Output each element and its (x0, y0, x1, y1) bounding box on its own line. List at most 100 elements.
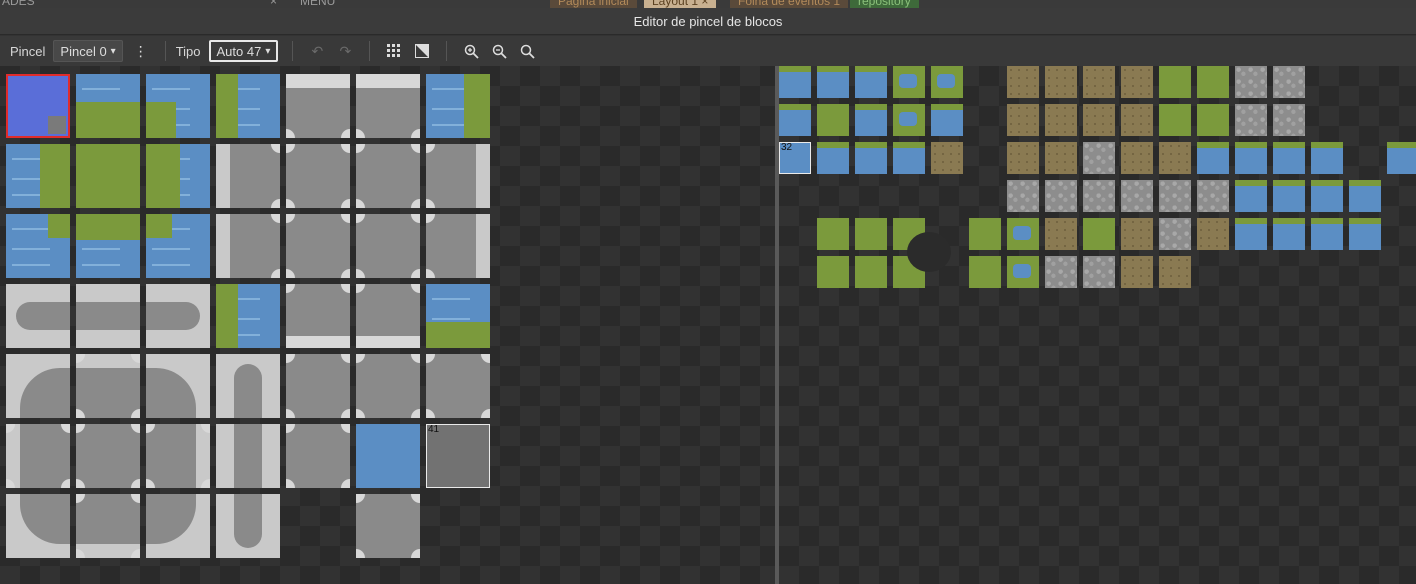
tileset-tile[interactable] (1159, 66, 1191, 98)
tileset-panel[interactable]: 32 (779, 66, 1416, 584)
tileset-tile[interactable] (1273, 180, 1305, 212)
tileset-tile[interactable] (1083, 256, 1115, 288)
brush-tile[interactable] (76, 214, 140, 278)
tileset-tile[interactable] (1311, 218, 1343, 250)
tileset-tile[interactable] (1007, 180, 1039, 212)
brush-tile[interactable] (356, 424, 420, 488)
tileset-tile[interactable] (1121, 218, 1153, 250)
brush-tile[interactable] (356, 494, 420, 558)
brush-tile[interactable] (216, 284, 280, 348)
type-select[interactable]: Auto 47 ▾ (208, 40, 279, 62)
tileset-tile[interactable] (855, 256, 887, 288)
tileset-tile[interactable] (1121, 180, 1153, 212)
brush-tile[interactable] (286, 424, 350, 488)
tileset-tile[interactable] (1197, 104, 1229, 136)
brush-tile-labeled[interactable]: 41 (426, 424, 490, 488)
tileset-tile[interactable] (1235, 142, 1267, 174)
bg-tab-events[interactable]: Folha de eventos 1 (730, 0, 849, 8)
tileset-tile[interactable] (1083, 142, 1115, 174)
tileset-tile[interactable] (893, 142, 925, 174)
tileset-tile[interactable] (1007, 256, 1039, 288)
brush-tile[interactable] (216, 354, 280, 418)
tileset-tile[interactable] (817, 142, 849, 174)
tileset-tile[interactable] (1007, 142, 1039, 174)
tileset-tile[interactable] (931, 142, 963, 174)
brush-tile[interactable] (426, 144, 490, 208)
brush-tile[interactable] (216, 214, 280, 278)
tileset-tile[interactable] (1007, 104, 1039, 136)
brush-tile[interactable] (76, 144, 140, 208)
tileset-tile[interactable] (1349, 218, 1381, 250)
tileset-tile[interactable] (1273, 218, 1305, 250)
brush-tile[interactable] (426, 354, 490, 418)
tileset-tile[interactable] (1235, 66, 1267, 98)
brush-tile[interactable] (76, 424, 140, 488)
bg-tab-home[interactable]: Página inicial (550, 0, 637, 8)
zoom-in-icon[interactable] (459, 39, 483, 63)
tileset-tile[interactable] (1045, 104, 1077, 136)
tileset-tile[interactable] (1121, 142, 1153, 174)
zoom-reset-icon[interactable] (515, 39, 539, 63)
tileset-tile[interactable] (1045, 256, 1077, 288)
brush-tile[interactable] (6, 494, 70, 558)
tileset-tile[interactable] (855, 218, 887, 250)
zoom-out-icon[interactable] (487, 39, 511, 63)
brush-tile[interactable] (146, 144, 210, 208)
brush-select[interactable]: Pincel 0 ▾ (53, 40, 123, 62)
bg-close-icon[interactable]: × (270, 0, 277, 8)
tileset-tile[interactable] (1007, 66, 1039, 98)
tileset-tile[interactable] (855, 66, 887, 98)
brush-tile[interactable] (216, 494, 280, 558)
tileset-tile[interactable] (1197, 66, 1229, 98)
brush-tile[interactable] (76, 284, 140, 348)
tileset-tile[interactable] (1197, 180, 1229, 212)
brush-tile[interactable] (426, 284, 490, 348)
tileset-tile[interactable] (1197, 218, 1229, 250)
grid-icon[interactable] (382, 39, 406, 63)
tileset-tile[interactable] (1083, 104, 1115, 136)
tileset-tile[interactable] (1273, 66, 1305, 98)
tileset-tile[interactable] (1121, 104, 1153, 136)
tile-toggle-icon[interactable] (410, 39, 434, 63)
tileset-tile[interactable] (1235, 218, 1267, 250)
tileset-tile[interactable] (1311, 142, 1343, 174)
bg-menu-button[interactable]: MENU (300, 0, 335, 8)
brush-tile[interactable] (286, 284, 350, 348)
brush-tile[interactable] (76, 354, 140, 418)
tileset-tile[interactable] (1273, 104, 1305, 136)
brush-tile[interactable] (356, 354, 420, 418)
tileset-tile[interactable] (893, 66, 925, 98)
brush-tile[interactable] (216, 424, 280, 488)
brush-tile[interactable] (6, 144, 70, 208)
tileset-tile[interactable] (1273, 142, 1305, 174)
tileset-tile[interactable] (931, 66, 963, 98)
brush-tile[interactable] (356, 214, 420, 278)
brush-tile[interactable] (76, 74, 140, 138)
tileset-tile[interactable] (855, 142, 887, 174)
tileset-tile[interactable] (779, 104, 811, 136)
tileset-tile[interactable] (931, 104, 963, 136)
tileset-tile[interactable] (1007, 218, 1039, 250)
tileset-tile[interactable] (1159, 218, 1191, 250)
tileset-tile-labeled[interactable]: 32 (779, 142, 811, 174)
tileset-tile[interactable] (817, 104, 849, 136)
tileset-tile[interactable] (817, 256, 849, 288)
brush-tile[interactable] (146, 424, 210, 488)
brush-tile[interactable] (286, 144, 350, 208)
brush-tile[interactable] (146, 74, 210, 138)
tileset-tile[interactable] (817, 218, 849, 250)
brush-tile[interactable] (426, 74, 490, 138)
tileset-tile[interactable] (855, 104, 887, 136)
dialog-titlebar[interactable]: Editor de pincel de blocos (0, 8, 1416, 35)
tileset-tile[interactable] (1387, 142, 1416, 174)
brush-tile[interactable] (216, 144, 280, 208)
brush-tile[interactable] (146, 354, 210, 418)
brush-tile[interactable] (76, 494, 140, 558)
tileset-tile[interactable] (1349, 180, 1381, 212)
tileset-tile[interactable] (893, 104, 925, 136)
tileset-tile[interactable] (1159, 256, 1191, 288)
brush-tile[interactable] (286, 214, 350, 278)
brush-tile[interactable] (216, 74, 280, 138)
tileset-tile[interactable] (1045, 180, 1077, 212)
tileset-tile[interactable] (817, 66, 849, 98)
